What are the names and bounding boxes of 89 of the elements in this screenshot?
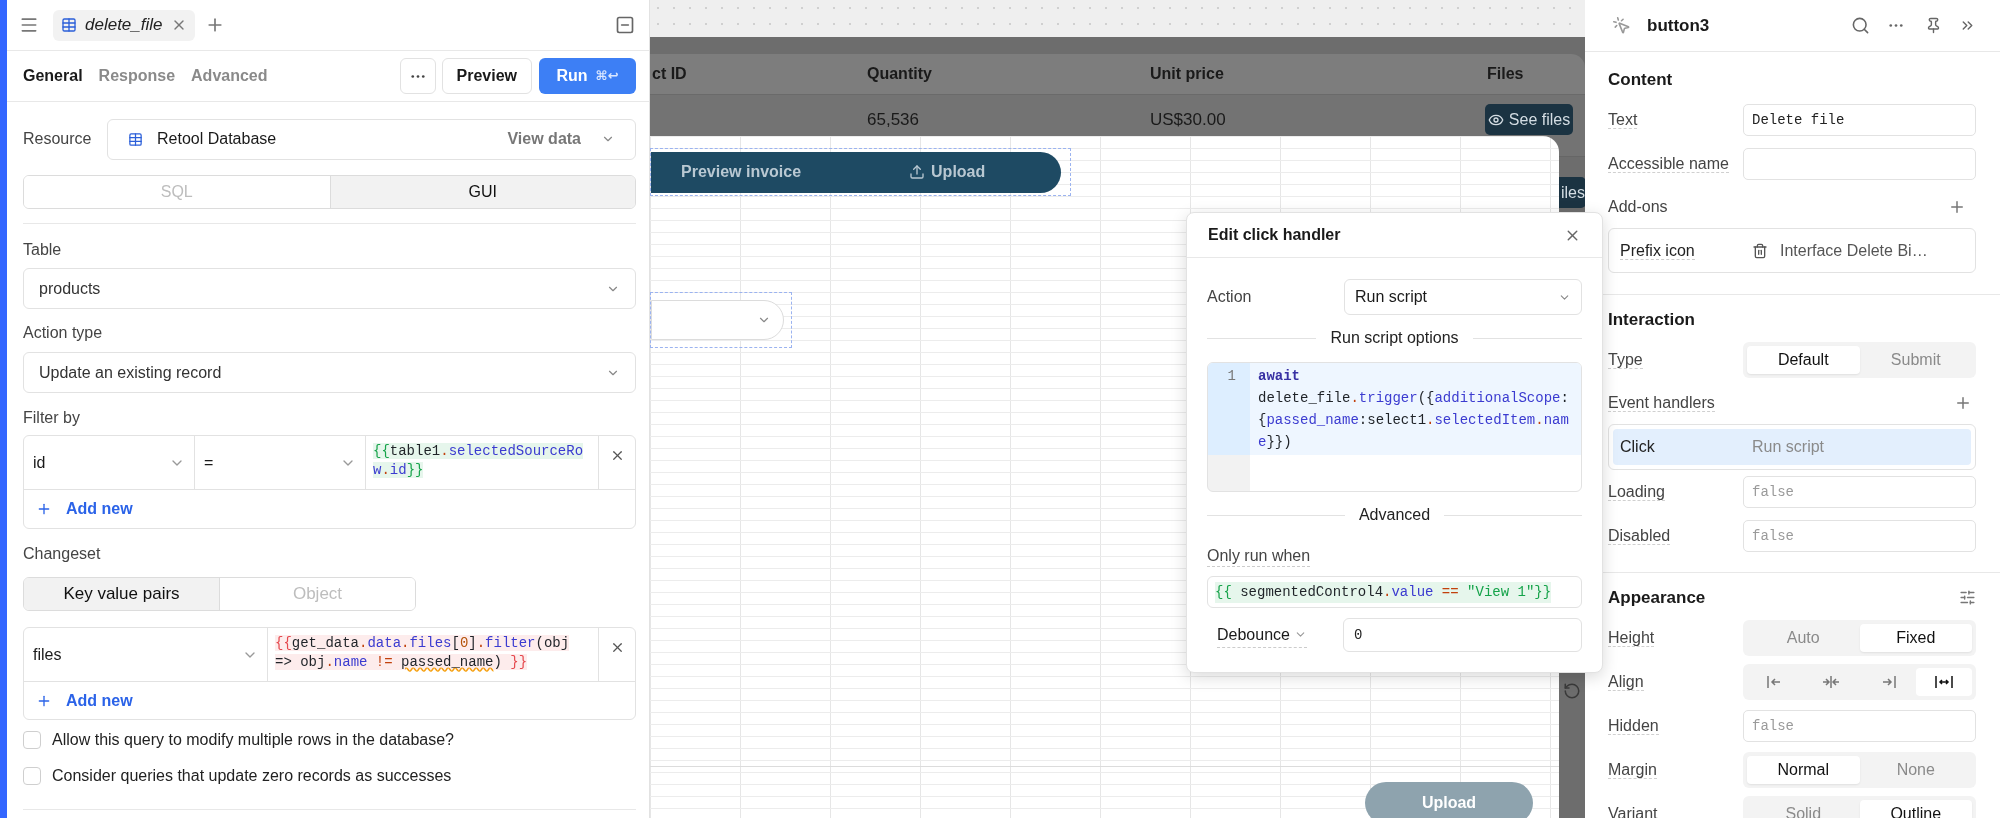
table-select[interactable]: products xyxy=(23,268,636,309)
field-label: Action xyxy=(1207,287,1253,307)
section-title: Appearance xyxy=(1608,586,1707,609)
select-field[interactable] xyxy=(651,300,784,340)
addon-item[interactable]: Prefix icon Interface Delete Bi… xyxy=(1608,228,1976,273)
table-cell-text: 65,536 xyxy=(866,109,920,131)
pin-icon[interactable] xyxy=(1925,17,1942,34)
more-icon[interactable] xyxy=(1887,24,1905,27)
debounce-menu[interactable]: Debounce xyxy=(1217,622,1307,648)
column-header: Quantity xyxy=(866,64,933,84)
property-field[interactable] xyxy=(1743,148,1976,180)
line-number: 1 xyxy=(1208,363,1250,455)
segmented-control[interactable]: Default Submit xyxy=(1743,342,1976,378)
trash-icon xyxy=(1752,242,1768,259)
checkbox-label: Consider queries that update zero records as successes xyxy=(52,766,452,786)
segment[interactable]: Default xyxy=(1747,346,1860,374)
field-label: Changeset xyxy=(23,544,102,564)
property-field[interactable]: Delete file xyxy=(1743,104,1976,136)
search-icon[interactable] xyxy=(1851,16,1870,35)
see-files-button[interactable]: See files xyxy=(1485,104,1573,135)
align-center-icon xyxy=(1821,674,1842,690)
segment[interactable]: Fixed xyxy=(1859,624,1972,652)
table-icon xyxy=(61,17,77,33)
tab[interactable]: General xyxy=(23,64,83,88)
resource-select[interactable]: Retool Database View data xyxy=(107,118,636,160)
checkbox[interactable] xyxy=(23,767,41,785)
add-new-button[interactable]: Add new xyxy=(24,682,635,719)
debounce-field[interactable]: 0 xyxy=(1343,618,1582,652)
action-select[interactable]: Run script xyxy=(1344,279,1582,315)
align-option[interactable] xyxy=(1915,668,1972,696)
field-label: Resource xyxy=(23,129,93,149)
cursor-icon xyxy=(1612,16,1631,35)
menu-icon[interactable] xyxy=(19,15,39,35)
preview-button[interactable]: Preview xyxy=(441,58,532,94)
checkbox-label: Allow this query to modify multiple rows in the database? xyxy=(52,730,454,750)
field-label: Action type xyxy=(23,323,104,343)
field-label: Accessible name xyxy=(1608,155,1729,173)
add-new-button[interactable]: Add new xyxy=(24,490,635,528)
mode-tab[interactable]: GUI xyxy=(329,176,635,208)
component-name: button3 xyxy=(1647,14,1710,37)
add-icon[interactable] xyxy=(1948,198,1966,216)
field-label: Text xyxy=(1608,111,1638,129)
field-label: Type xyxy=(1608,351,1643,369)
condition-field[interactable]: {{ segmentedControl4.value == "View 1"}} xyxy=(1207,576,1582,608)
field-label: Add-ons xyxy=(1608,197,1669,217)
field-label: Table xyxy=(23,240,63,260)
field-label: Event handlers xyxy=(1608,394,1715,412)
query-tab[interactable]: delete_file xyxy=(53,9,195,41)
section-title: Interaction xyxy=(1608,308,1696,331)
table-icon xyxy=(128,131,143,147)
segmented-control[interactable]: Auto Fixed xyxy=(1743,620,1976,656)
operator-select[interactable]: = xyxy=(195,436,366,489)
column-header: Files xyxy=(1486,64,1525,84)
column-header: Unit price xyxy=(1149,64,1225,84)
plus-icon xyxy=(36,501,52,517)
segmented-control[interactable]: Normal None xyxy=(1743,752,1976,788)
mode-tab[interactable]: Key value pairs xyxy=(24,578,219,610)
add-icon[interactable] xyxy=(1954,394,1972,412)
field-label: Margin xyxy=(1608,761,1657,779)
popup-title: Edit click handler xyxy=(1208,225,1342,245)
run-button[interactable]: Run ⌘↩ xyxy=(539,58,636,94)
column-header: ct ID xyxy=(651,64,688,84)
field-label: Height xyxy=(1608,629,1655,647)
toolbar-button[interactable]: Upload xyxy=(909,160,986,184)
toolbar-button[interactable]: Preview invoice xyxy=(681,160,802,184)
stretch-icon xyxy=(1933,674,1954,690)
section-title: Run script options xyxy=(1330,328,1459,348)
script-editor[interactable]: 1 await delete_file.trigger({additionalScope:{passed_name:select1.selectedItem.name}}) xyxy=(1207,362,1582,492)
key-select[interactable]: files xyxy=(24,628,268,681)
see-files-button[interactable]: iles xyxy=(1559,177,1585,208)
section-title: Content xyxy=(1608,68,1674,91)
event-handler-item[interactable]: Click Run script xyxy=(1613,429,1971,465)
column-select[interactable]: id xyxy=(24,436,195,489)
field-label: Align xyxy=(1608,673,1644,691)
segment[interactable]: Normal xyxy=(1747,756,1860,784)
refresh-icon[interactable] xyxy=(1563,682,1581,700)
table-cell-text: US$30.00 xyxy=(1149,109,1227,131)
action-type-select[interactable]: Update an existing record xyxy=(23,352,636,393)
upload-icon xyxy=(909,164,926,180)
field-label: Disabled xyxy=(1608,527,1671,545)
ellipsis-icon xyxy=(408,74,427,78)
sliders-icon[interactable] xyxy=(1959,589,1976,606)
checkbox[interactable] xyxy=(23,731,41,749)
field-label: Only run when xyxy=(1207,546,1311,567)
field-label: Loading xyxy=(1608,483,1665,501)
section-title: Advanced xyxy=(1358,505,1431,525)
collapse-icon[interactable] xyxy=(615,15,635,35)
field-label: Filter by xyxy=(23,408,81,428)
field-label: Hidden xyxy=(1608,717,1659,735)
